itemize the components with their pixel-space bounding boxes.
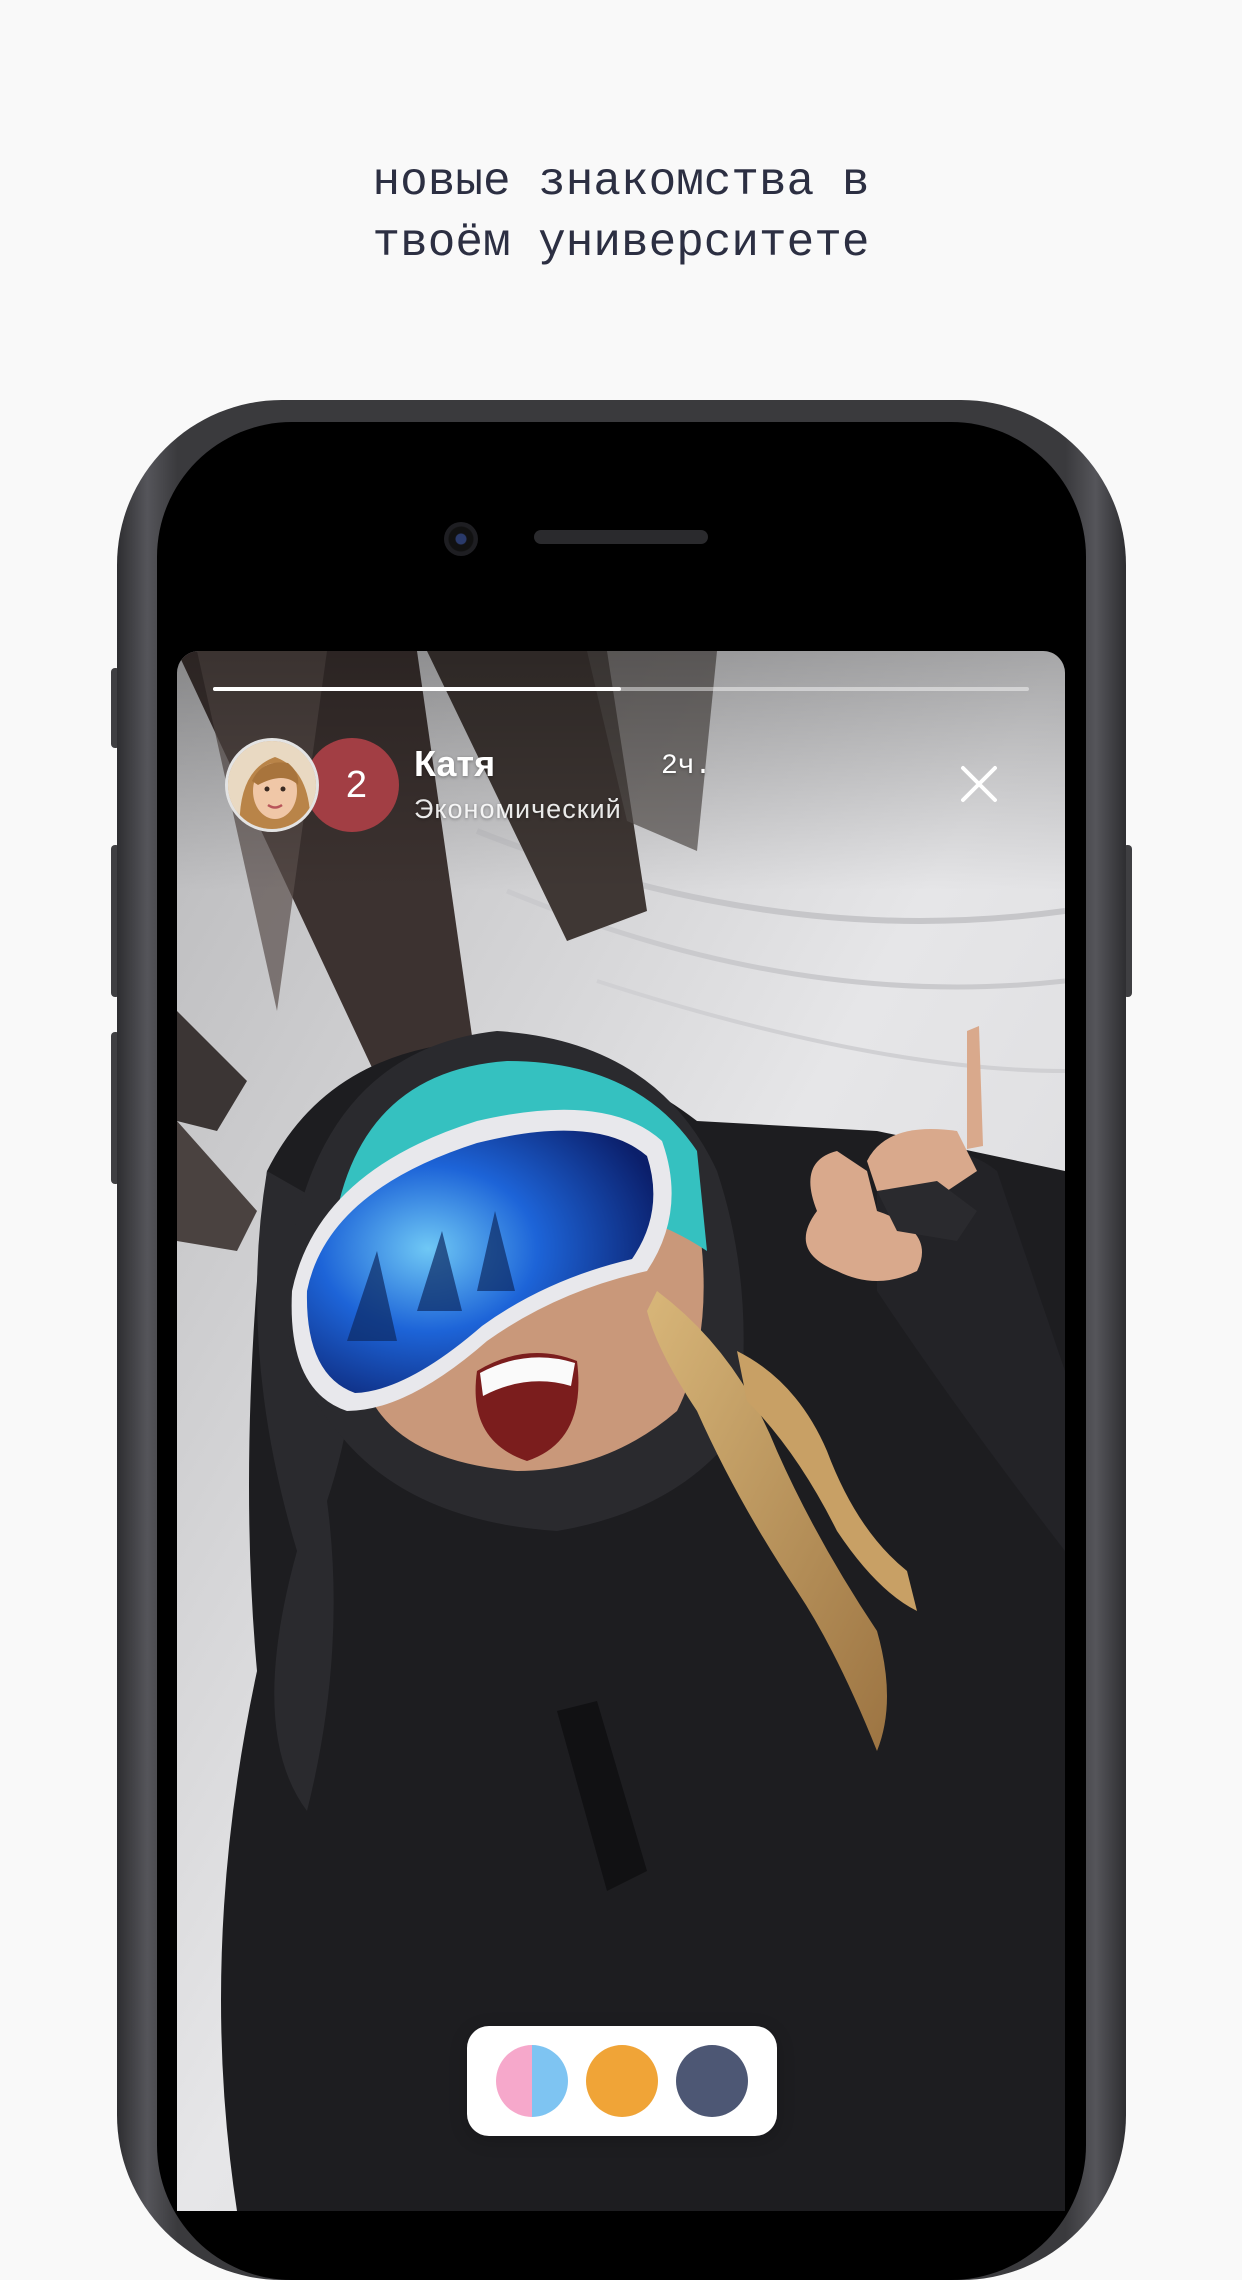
story-timestamp: 2ч. [661,751,712,782]
close-icon[interactable] [959,764,999,804]
reaction-dot-slate[interactable] [676,2045,748,2117]
reaction-dot-orange[interactable] [586,2045,658,2117]
tagline: новые знакомства в твоём университете [0,152,1242,274]
story-screen[interactable]: 2 Катя Экономический 2ч. [177,651,1065,2211]
reaction-bar [467,2026,777,2136]
story-count-badge[interactable]: 2 [305,738,399,832]
user-avatar[interactable] [225,738,319,832]
user-faculty: Экономический [414,794,622,824]
reaction-dot-pink-blue[interactable] [496,2045,568,2117]
tagline-line-2: твоём университете [372,217,870,269]
front-camera [444,522,478,556]
user-name[interactable]: Катя [414,743,495,785]
earpiece-speaker [534,530,708,544]
story-progress-fill [213,687,621,691]
story-progress-track [213,687,1029,691]
tagline-line-1: новые знакомства в [372,156,870,208]
